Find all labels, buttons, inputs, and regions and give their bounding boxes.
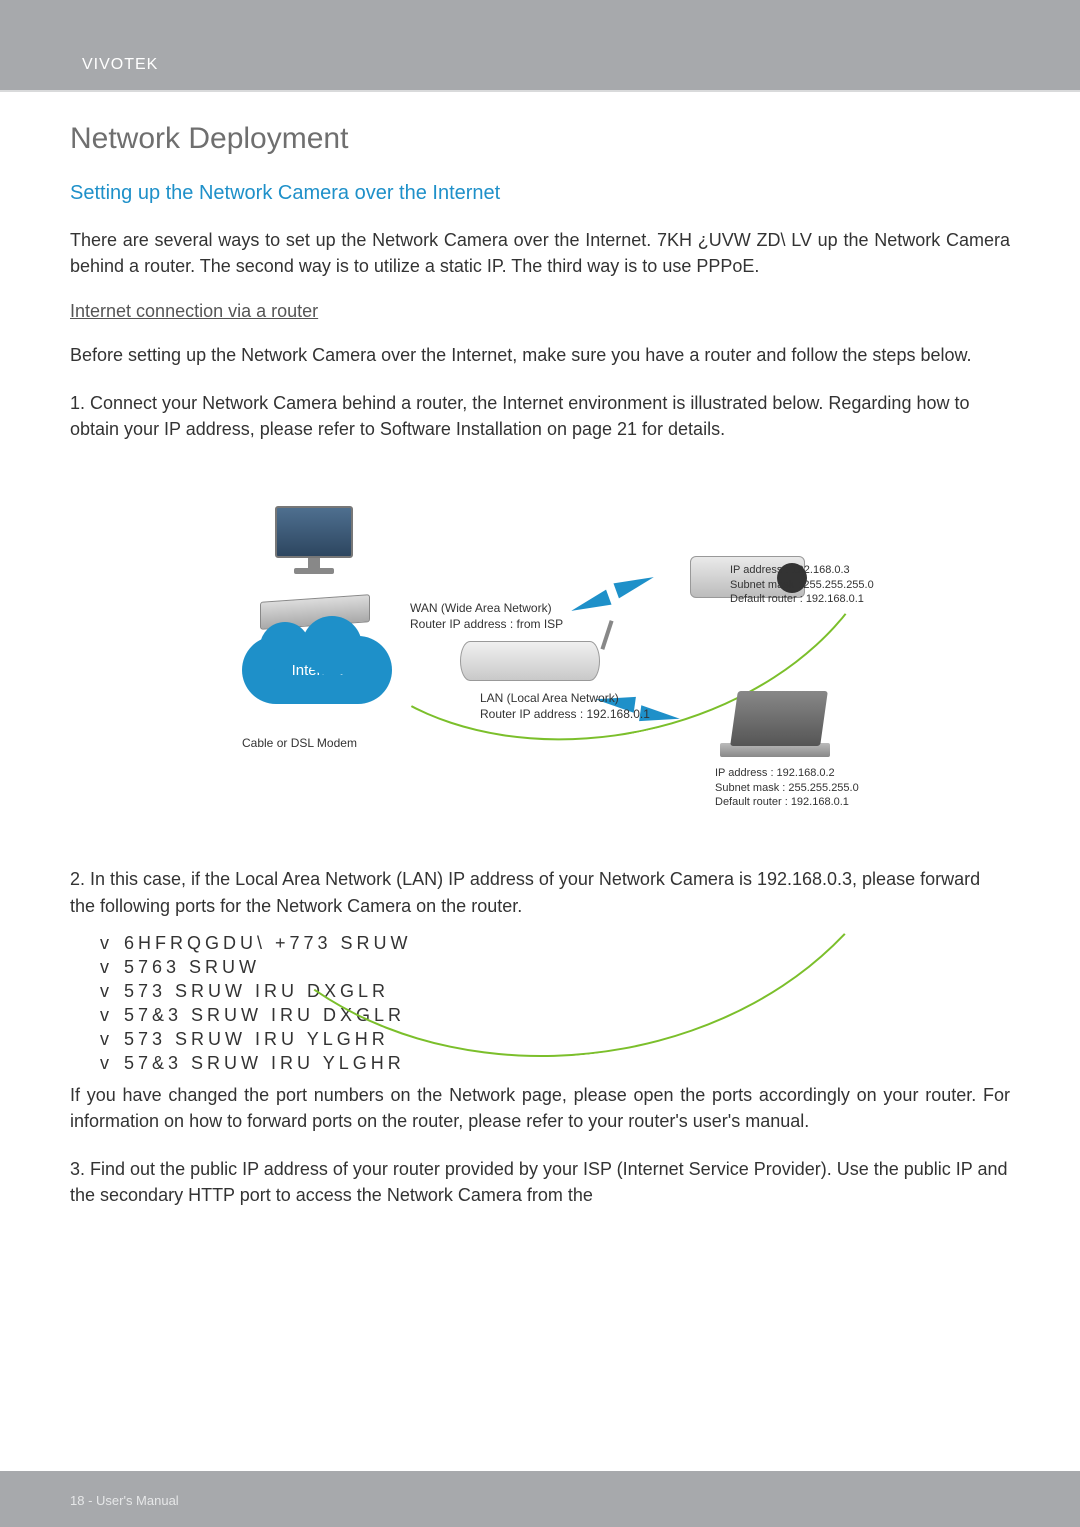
page-footer: 18 - User's Manual — [0, 1471, 1080, 1527]
camera-ip: IP address : 192.168.0.3 — [730, 564, 850, 576]
lan-line1: LAN (Local Area Network) — [480, 691, 619, 705]
laptop-gw: Default router : 192.168.0.1 — [715, 796, 849, 808]
header-bar: VIVOTEK — [0, 0, 1080, 90]
intro-paragraph: There are several ways to set up the Net… — [70, 227, 1010, 279]
camera-mask: Subnet mask : 255.255.255.0 — [730, 579, 874, 591]
brand-name: VIVOTEK — [82, 56, 1080, 74]
section-subtitle: Setting up the Network Camera over the I… — [70, 182, 1010, 205]
lan-line2: Router IP address : 192.168.0.1 — [480, 707, 650, 721]
network-diagram: Internet WAN (Wide Area Network) Router … — [70, 456, 1010, 836]
ports-note: If you have changed the port numbers on … — [70, 1082, 1010, 1134]
subhead-internet-via-router: Internet connection via a router — [70, 301, 318, 322]
page-title: Network Deployment — [70, 122, 1010, 156]
wan-label: WAN (Wide Area Network) Router IP addres… — [410, 601, 610, 632]
laptop-info-label: IP address : 192.168.0.2 Subnet mask : 2… — [715, 766, 915, 809]
router-icon — [460, 641, 600, 681]
lan-label: LAN (Local Area Network) Router IP addre… — [480, 691, 710, 722]
internet-cloud-icon: Internet — [242, 636, 392, 704]
port-text: 5763 SRUW — [124, 957, 260, 977]
laptop-ip: IP address : 192.168.0.2 — [715, 767, 835, 779]
laptop-icon — [720, 691, 830, 761]
port-text: 57&3 SRUW IRU YLGHR — [124, 1053, 405, 1073]
footer-text: 18 - User's Manual — [70, 1493, 179, 1508]
page-content: Network Deployment Setting up the Networ… — [0, 92, 1080, 1208]
step-3: 3. Find out the public IP address of you… — [70, 1156, 1010, 1208]
wan-line1: WAN (Wide Area Network) — [410, 601, 552, 615]
monitor-icon — [270, 506, 358, 580]
modem-label: Cable or DSL Modem — [242, 736, 382, 752]
camera-info-label: IP address : 192.168.0.3 Subnet mask : 2… — [730, 563, 930, 606]
laptop-mask: Subnet mask : 255.255.255.0 — [715, 782, 859, 794]
internet-cloud-label: Internet — [242, 662, 392, 679]
wan-line2: Router IP address : from ISP — [410, 617, 563, 631]
camera-gw: Default router : 192.168.0.1 — [730, 593, 864, 605]
port-text: 573 SRUW IRU YLGHR — [124, 1029, 389, 1049]
